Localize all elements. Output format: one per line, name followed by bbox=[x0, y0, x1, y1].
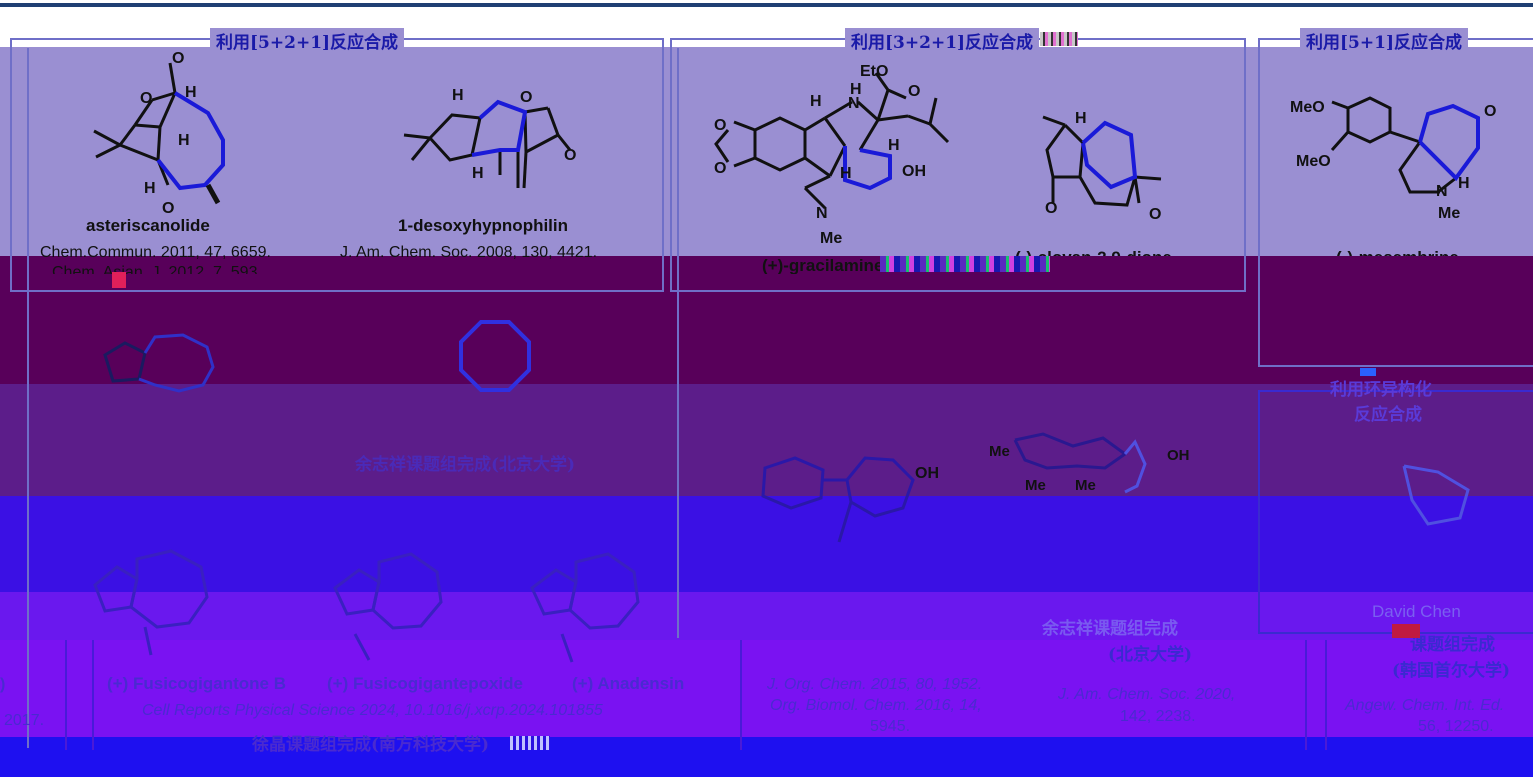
render-artifact bbox=[510, 736, 550, 750]
atom-h: H bbox=[178, 132, 190, 149]
left-paren-fragment: ) bbox=[0, 676, 6, 693]
chen-group-line2: (韩国首尔大学) bbox=[1392, 661, 1511, 681]
atom-o: O bbox=[714, 117, 726, 134]
atom-oh: OH bbox=[902, 163, 926, 180]
spiro-ring-skeleton bbox=[1402, 464, 1470, 526]
reference-gracilamine-1: J. Org. Chem. 2015, 80, 1952. bbox=[767, 676, 983, 693]
reference-angew-2: 56, 12250. bbox=[1418, 718, 1494, 735]
reference-desoxyhypnophilin: J. Am. Chem. Soc. 2008, 130, 4421. bbox=[340, 244, 598, 261]
atom-oh: OH bbox=[915, 465, 939, 482]
compound-name-asteriscanolide: asteriscanolide bbox=[86, 216, 210, 235]
atom-me: Me bbox=[989, 443, 1010, 460]
desoxyhypnophilin-structure: H O O H bbox=[403, 87, 576, 189]
atom-meo: MeO bbox=[1296, 153, 1331, 170]
atom-h: H bbox=[840, 165, 852, 182]
compound-name-fusicogigantone-b: (+) Fusicogigantone B bbox=[107, 674, 286, 693]
gracilamine-structure: EtO O N H H H H OH O O N Me bbox=[714, 63, 950, 247]
atom-me: Me bbox=[1438, 205, 1460, 222]
compound-name-mesembrine: (-)-mesembrine bbox=[1336, 248, 1459, 256]
steroid-like-skeleton: Me Me Me OH bbox=[989, 432, 1190, 494]
atom-o: O bbox=[162, 200, 174, 217]
xu-group-label: 徐晶课题组完成(南方科技大学) bbox=[252, 735, 490, 755]
divider-5 bbox=[740, 640, 742, 750]
mid-group-line1: 余志祥课题组完成 bbox=[1042, 619, 1178, 639]
panel-right-lower bbox=[1258, 390, 1533, 634]
atom-me: Me bbox=[820, 230, 842, 247]
atom-o: O bbox=[1045, 200, 1057, 217]
mesembrine-structure: MeO MeO O N H Me bbox=[1290, 96, 1496, 222]
atom-h: H bbox=[452, 87, 464, 104]
atom-o: O bbox=[520, 89, 532, 106]
reference-gracilamine-3: 5945. bbox=[870, 718, 911, 735]
atom-h: H bbox=[1075, 110, 1087, 127]
isomerization-title-line2: 反应合成 bbox=[1354, 405, 1422, 425]
divider-7 bbox=[1325, 640, 1327, 750]
compound-name-clovan-dione: (-)-clovan-2,9-dione bbox=[1015, 248, 1172, 256]
asteriscanolide-structure: O O H H H O bbox=[93, 50, 225, 217]
compound-name-desoxyhypnophilin: 1-desoxyhypnophilin bbox=[398, 216, 569, 235]
atom-o: O bbox=[1484, 103, 1496, 120]
section-title-3-2-1: 利用[3+2+1]反应合成 bbox=[845, 28, 1040, 53]
chen-name: David Chen bbox=[1372, 602, 1461, 621]
yu-group-label: 余志祥课题组完成(北京大学) bbox=[355, 455, 576, 475]
reference-clovan-1: J. Am. Chem. Soc. 2020, bbox=[1058, 686, 1236, 703]
atom-o: O bbox=[714, 160, 726, 177]
fusicogigantepoxide-skeleton bbox=[333, 552, 443, 661]
fusicogigantone-skeleton bbox=[93, 549, 209, 656]
compound-name-anadensin: (+) Anadensin bbox=[572, 674, 685, 693]
divider-1 bbox=[27, 48, 29, 748]
atom-o: O bbox=[140, 90, 152, 107]
band-footer bbox=[0, 737, 1533, 777]
atom-o: O bbox=[908, 83, 920, 100]
atom-o: O bbox=[172, 50, 184, 67]
divider-3 bbox=[65, 640, 67, 750]
atom-h: H bbox=[144, 180, 156, 197]
render-artifact bbox=[112, 272, 126, 288]
mid-group-line2: (北京大学) bbox=[1108, 645, 1193, 665]
atom-o: O bbox=[564, 147, 576, 164]
cyclooctane-skeleton bbox=[459, 320, 531, 392]
reference-fusico: Cell Reports Physical Science 2024, 10.1… bbox=[142, 702, 603, 719]
atom-h: H bbox=[810, 93, 822, 110]
reference-gracilamine-2: Org. Biomol. Chem. 2016, 14, bbox=[770, 697, 982, 714]
atom-o: O bbox=[1149, 206, 1161, 223]
atom-n: N bbox=[816, 205, 828, 222]
section-title-5-1: 利用[5+1]反应合成 bbox=[1300, 28, 1468, 53]
atom-oh: OH bbox=[1167, 447, 1190, 464]
atom-h: H bbox=[1458, 175, 1470, 192]
atom-me: Me bbox=[1075, 477, 1096, 494]
reference-clovan-2: 142, 2238. bbox=[1120, 708, 1196, 725]
aryl-piperidine-skeleton: OH bbox=[761, 456, 939, 543]
divider-2 bbox=[677, 48, 679, 638]
divider-6 bbox=[1305, 640, 1307, 750]
top-rule bbox=[0, 3, 1533, 7]
ref-text: Chem.Commun. 2011, 47, 6659. bbox=[40, 244, 271, 261]
render-artifact bbox=[1392, 624, 1420, 638]
clovan-dione-structure: H O O bbox=[1042, 110, 1161, 223]
anadensin-skeleton bbox=[530, 552, 640, 663]
atom-eto: EtO bbox=[860, 63, 888, 80]
reference-asteriscanolide-2: Chem. Asian. J. 2012, 7, 593. bbox=[52, 264, 262, 274]
compound-name-fusicogigantepoxide: (+) Fusicogigantepoxide bbox=[327, 674, 523, 693]
cyclopentane-cyclooctane-skeleton bbox=[103, 333, 215, 393]
isomerization-title-line1: 利用环异构化 bbox=[1330, 380, 1432, 400]
atom-meo: MeO bbox=[1290, 99, 1325, 116]
render-artifact bbox=[1040, 32, 1078, 46]
atom-me: Me bbox=[1025, 477, 1046, 494]
reference-asteriscanolide-1: Chem.Commun. 2011, 47, 6659. bbox=[40, 242, 271, 263]
render-artifact bbox=[880, 256, 1050, 272]
chen-group-line1: 课题组完成 bbox=[1410, 635, 1495, 655]
left-year-fragment: 2017. bbox=[4, 712, 45, 729]
atom-h: H bbox=[472, 165, 484, 182]
reference-angew-1: Angew. Chem. Int. Ed. bbox=[1345, 697, 1505, 714]
atom-h: H bbox=[850, 81, 862, 98]
atom-h: H bbox=[185, 84, 197, 101]
atom-h: H bbox=[888, 137, 900, 154]
compound-name-gracilamine: (+)-gracilamine bbox=[762, 256, 884, 274]
atom-n: N bbox=[1436, 183, 1448, 200]
